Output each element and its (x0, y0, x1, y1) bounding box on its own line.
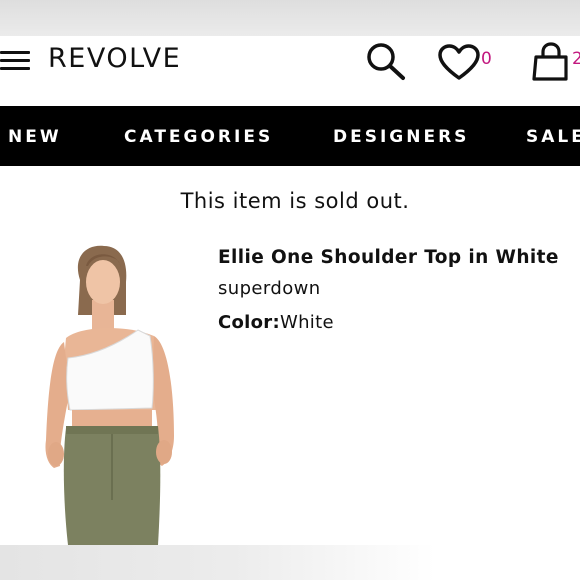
product-name[interactable]: Ellie One Shoulder Top in White (218, 247, 559, 268)
wishlist-count: 0 (481, 49, 492, 69)
bottom-fade (0, 545, 580, 580)
top-strip (0, 0, 580, 36)
bag-count: 2 (572, 49, 580, 69)
nav-item-designers[interactable]: DESIGNERS (333, 127, 469, 147)
product-brand[interactable]: superdown (218, 278, 321, 299)
search-icon[interactable] (365, 42, 407, 82)
color-value: White (280, 312, 334, 333)
nav-item-new[interactable]: NEW (8, 127, 62, 147)
menu-icon[interactable] (0, 51, 30, 71)
nav-item-sale[interactable]: SALE (526, 127, 580, 147)
site-logo[interactable]: REVOLVE (48, 43, 181, 74)
color-label: Color: (218, 312, 280, 333)
nav-item-categories[interactable]: CATEGORIES (124, 127, 273, 147)
sold-out-message: This item is sold out. (180, 189, 410, 213)
main-navigation (0, 106, 580, 166)
heart-icon[interactable] (437, 44, 481, 82)
product-color: Color:White (218, 312, 334, 333)
shopping-bag-icon[interactable] (531, 42, 571, 82)
product-photo[interactable] (28, 240, 198, 545)
